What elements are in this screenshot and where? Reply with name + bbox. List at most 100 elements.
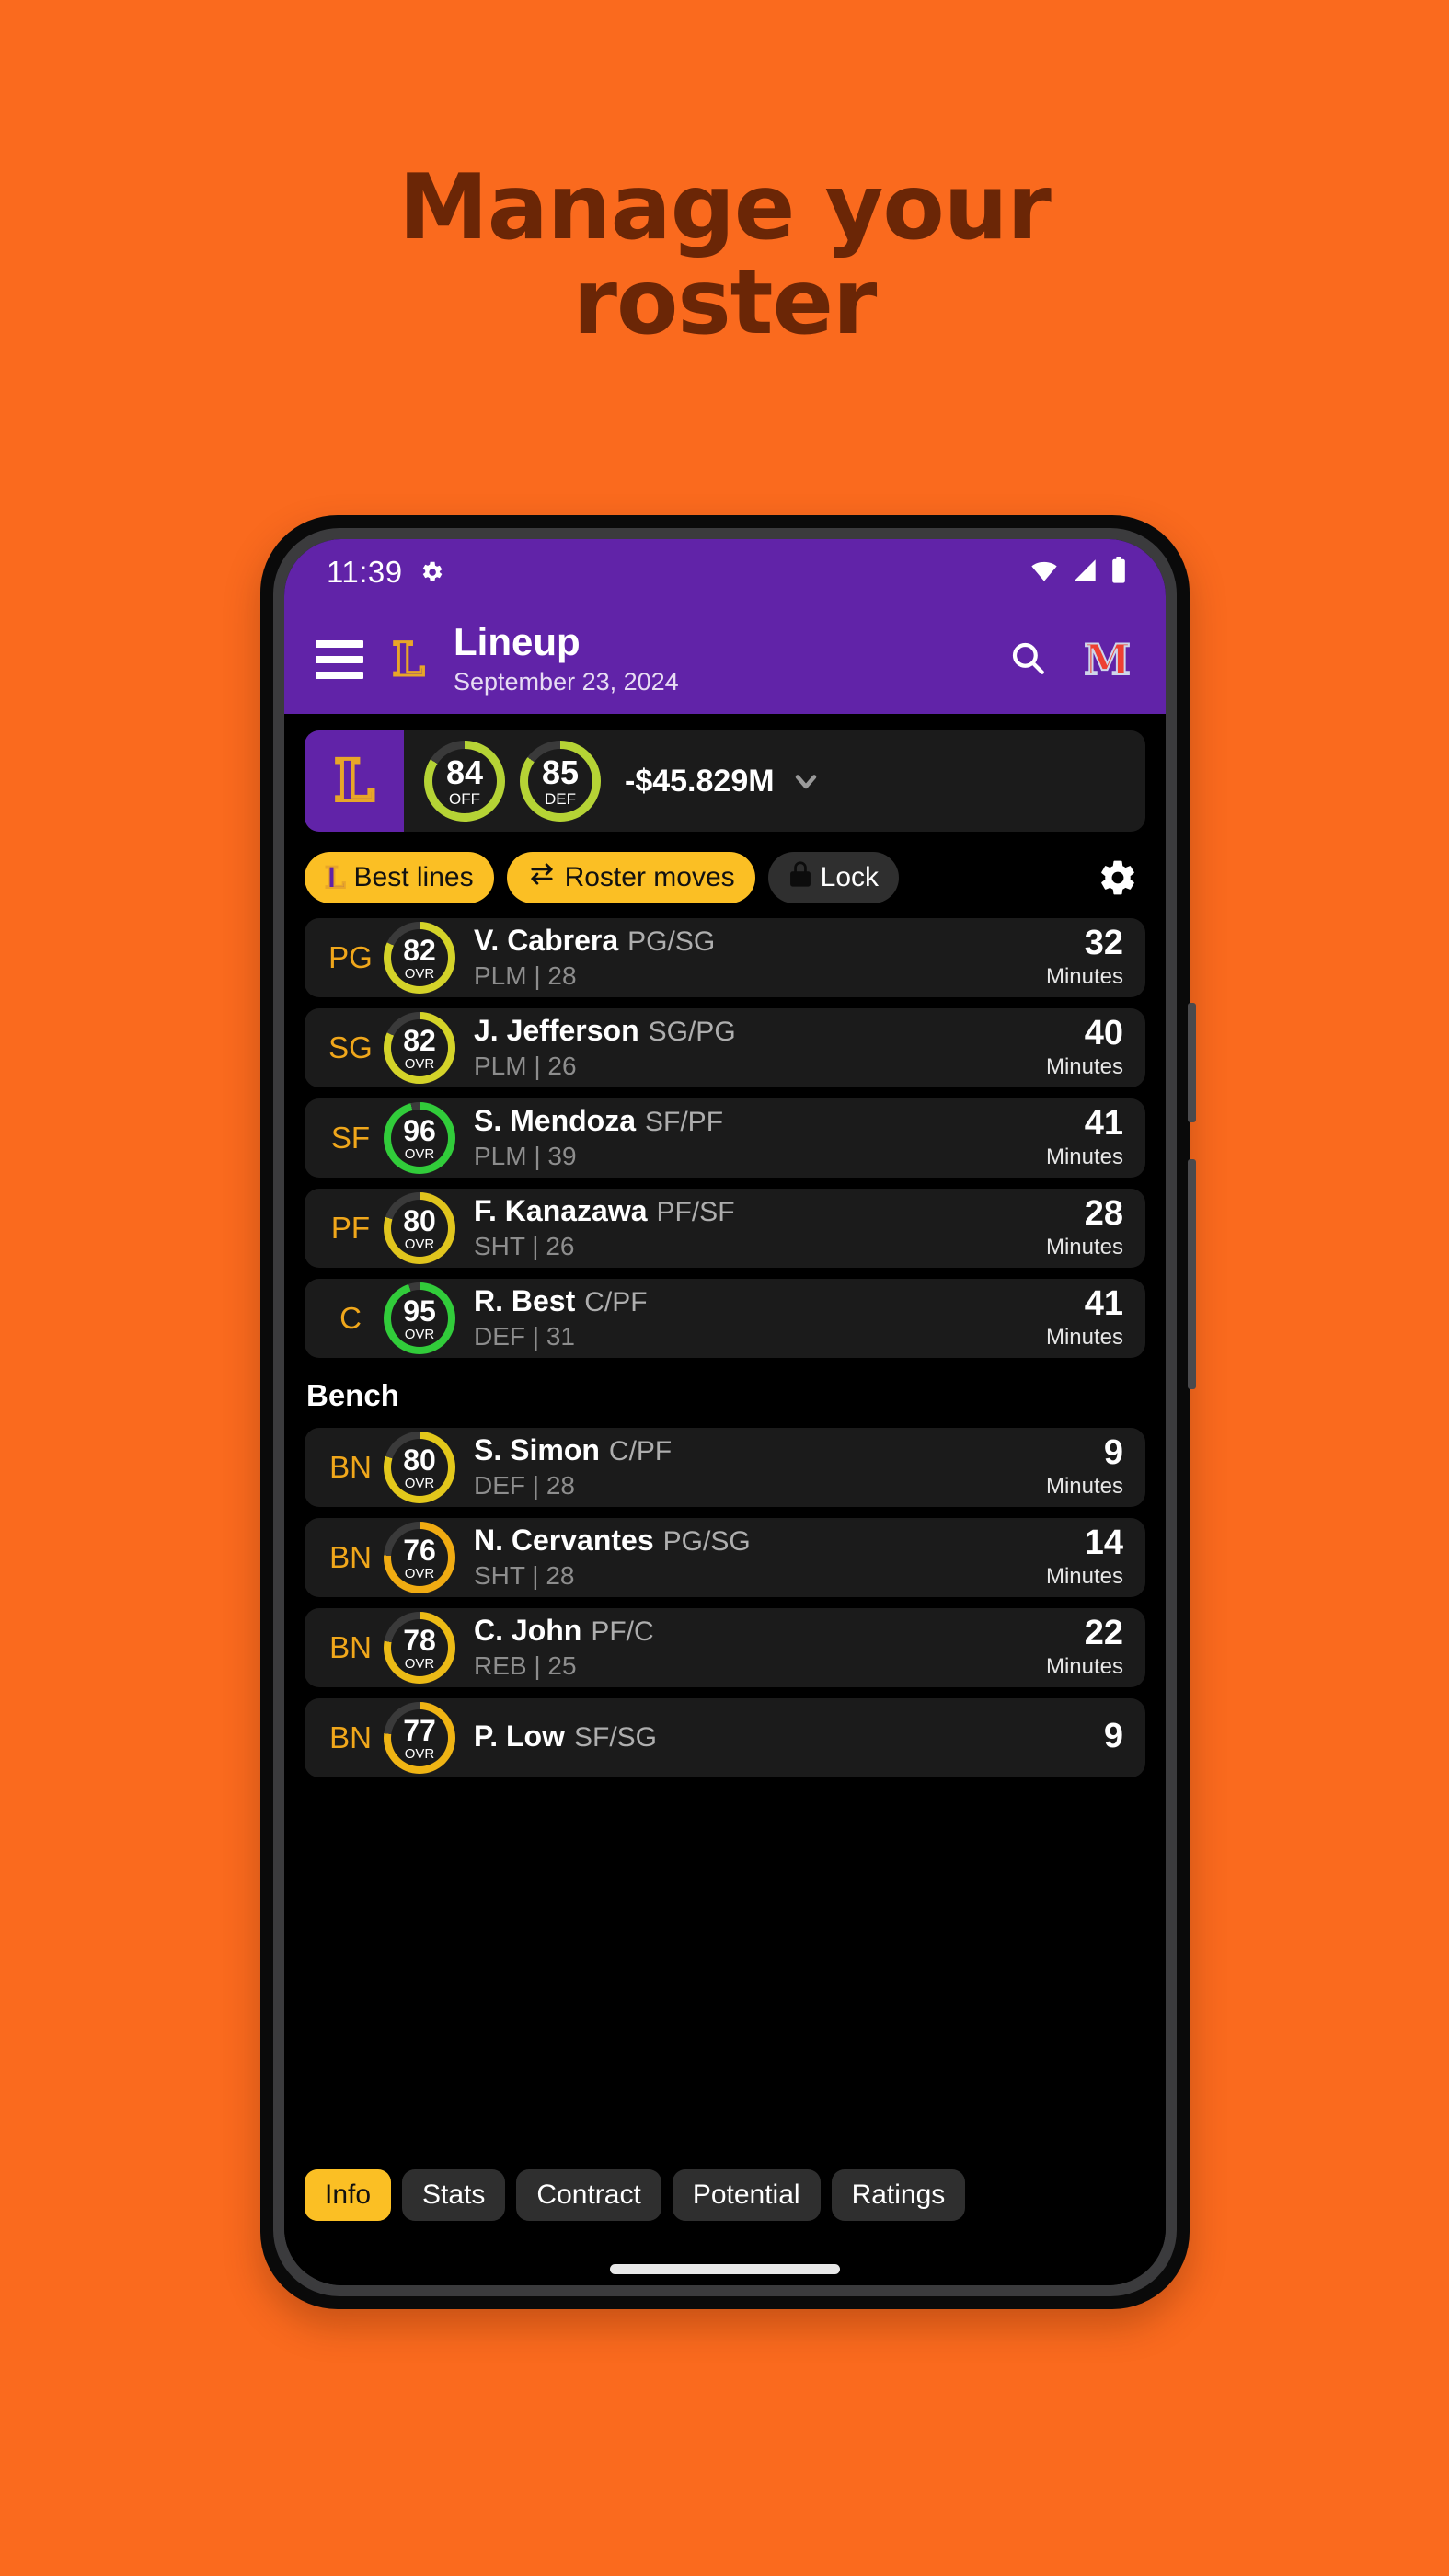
rating-label: OFF (449, 789, 480, 808)
player-name: S. Simon (474, 1432, 600, 1466)
bottom-tab-bar: Info Stats Contract Potential Ratings (284, 2155, 1166, 2230)
lock-icon (788, 860, 812, 895)
player-row[interactable]: PF 80 OVR F. Kanazawa PF/SF SHT | 26 28 … (305, 1189, 1145, 1268)
player-detail: DEF | 31 (474, 1322, 575, 1351)
player-position-slot: SG (328, 1030, 373, 1064)
bench-section-header: Bench (306, 1378, 399, 1412)
player-ovr-label: OVR (404, 1145, 435, 1162)
league-logo-icon[interactable]: M (1083, 638, 1132, 682)
player-minutes-label: Minutes (1045, 1053, 1123, 1079)
player-minutes-value: 22 (1084, 1613, 1123, 1652)
phone-side-button-volume[interactable] (1188, 1003, 1196, 1122)
player-ovr-label: OVR (404, 1236, 435, 1252)
tab-ratings[interactable]: Ratings (831, 2169, 966, 2221)
rating-value: 84 (445, 753, 484, 791)
player-minutes-label: Minutes (1045, 1234, 1123, 1259)
app-bar-titles: Lineup September 23, 2024 (454, 621, 679, 697)
player-detail: PLM | 28 (474, 961, 577, 991)
hamburger-menu-icon[interactable] (316, 640, 363, 679)
player-position-slot: BN (329, 1540, 372, 1574)
phone-side-button-power[interactable] (1188, 1159, 1196, 1389)
player-info: J. Jefferson SG/PG PLM | 26 (474, 1014, 736, 1083)
swap-arrows-icon (527, 861, 557, 894)
player-row[interactable]: BN 76 OVR N. Cervantes PG/SG SHT | 28 14… (305, 1518, 1145, 1597)
tab-potential[interactable]: Potential (672, 2169, 821, 2221)
player-name: S. Mendoza (474, 1103, 637, 1137)
promo-heading-line2: roster (572, 249, 878, 355)
rating-ring-off: 84 OFF (424, 741, 505, 822)
tab-info[interactable]: Info (305, 2169, 392, 2221)
lock-button[interactable]: Lock (767, 852, 900, 903)
player-row[interactable]: BN 80 OVR S. Simon C/PF DEF | 28 9 Minut… (305, 1428, 1145, 1507)
player-minutes-label: Minutes (1045, 1324, 1123, 1350)
player-positions: PF/C (591, 1616, 654, 1647)
player-minutes-value: 9 (1103, 1432, 1123, 1472)
battery-icon (1110, 556, 1127, 589)
player-minutes-label: Minutes (1045, 1653, 1123, 1679)
promo-heading-line1: Manage your (398, 155, 1052, 260)
player-position-slot: SF (330, 1121, 371, 1155)
player-positions: SF/PF (645, 1106, 724, 1137)
player-name: C. John (474, 1613, 582, 1647)
roster-moves-label: Roster moves (564, 862, 735, 892)
gear-icon (418, 558, 445, 586)
chevron-down-icon[interactable] (789, 765, 822, 798)
player-detail: PLM | 39 (474, 1142, 577, 1171)
player-ovr-label: OVR (404, 1475, 435, 1491)
player-positions: C/PF (584, 1286, 648, 1317)
page-title: Lineup (454, 620, 581, 664)
tab-contract[interactable]: Contract (516, 2169, 661, 2221)
lock-label: Lock (820, 862, 880, 892)
settings-gear-icon[interactable] (1098, 857, 1138, 898)
tab-stats[interactable]: Stats (402, 2169, 506, 2221)
player-detail: PLM | 26 (474, 1052, 577, 1081)
player-position-slot: BN (329, 1450, 372, 1484)
player-info: N. Cervantes PG/SG SHT | 28 (474, 1524, 751, 1593)
player-ovr-ring: 78 OVR (384, 1612, 455, 1684)
player-detail: DEF | 28 (474, 1471, 575, 1501)
player-ovr-value: 80 (403, 1443, 436, 1477)
player-positions: PF/SF (656, 1196, 735, 1227)
player-detail: REB | 25 (474, 1651, 577, 1681)
player-ovr-value: 82 (403, 933, 436, 967)
player-ovr-value: 80 (403, 1203, 436, 1237)
status-bar-indicators (1029, 556, 1127, 589)
search-icon[interactable] (1008, 638, 1047, 682)
player-minutes: 14 Minutes (1046, 1525, 1123, 1591)
player-minutes: 41 Minutes (1046, 1106, 1123, 1171)
player-ovr-ring: 95 OVR (384, 1282, 455, 1354)
rating-ring-def: 85 DEF (520, 741, 601, 822)
team-logo-icon[interactable]: L (384, 632, 433, 687)
player-name: F. Kanazawa (474, 1193, 648, 1227)
player-ovr-label: OVR (404, 1655, 435, 1672)
player-minutes: 9 Minutes (1046, 1435, 1123, 1501)
roster-moves-button[interactable]: Roster moves (506, 852, 755, 903)
player-minutes-value: 28 (1084, 1193, 1123, 1233)
player-info: C. John PF/C REB | 25 (474, 1614, 654, 1683)
phone-screen: 11:39 L Lineup September 23, 2024 M L 84… (284, 539, 1166, 2285)
player-name: V. Cabrera (474, 923, 619, 957)
cap-space-value: -$45.829M (625, 763, 775, 799)
best-lines-button[interactable]: L Best lines (305, 852, 494, 903)
player-positions: SF/SG (573, 1722, 657, 1754)
player-row[interactable]: SF 96 OVR S. Mendoza SF/PF PLM | 39 41 M… (305, 1098, 1145, 1178)
status-bar-clock: 11:39 (327, 555, 403, 589)
player-minutes: 28 Minutes (1046, 1196, 1123, 1261)
player-name: N. Cervantes (474, 1523, 654, 1557)
player-row[interactable]: PG 82 OVR V. Cabrera PG/SG PLM | 28 32 M… (305, 918, 1145, 997)
player-row[interactable]: SG 82 OVR J. Jefferson SG/PG PLM | 26 40… (305, 1008, 1145, 1087)
player-minutes-label: Minutes (1045, 1144, 1123, 1169)
player-minutes: 40 Minutes (1046, 1016, 1123, 1081)
player-ovr-value: 78 (403, 1623, 436, 1657)
rating-label: DEF (545, 789, 576, 808)
team-logo-icon: L (324, 860, 346, 895)
player-row[interactable]: BN 77 OVR P. Low SF/SG 9 (305, 1698, 1145, 1777)
team-summary-card[interactable]: L 84 OFF 85 DEF -$45.829M (305, 730, 1145, 832)
player-ovr-value: 95 (403, 1294, 436, 1328)
player-ovr-label: OVR (404, 1326, 435, 1342)
player-position-slot: PF (330, 1211, 371, 1245)
player-row[interactable]: C 95 OVR R. Best C/PF DEF | 31 41 Minute… (305, 1279, 1145, 1358)
player-row[interactable]: BN 78 OVR C. John PF/C REB | 25 22 Minut… (305, 1608, 1145, 1687)
player-positions: SG/PG (648, 1016, 736, 1047)
player-ovr-ring: 76 OVR (384, 1522, 455, 1593)
